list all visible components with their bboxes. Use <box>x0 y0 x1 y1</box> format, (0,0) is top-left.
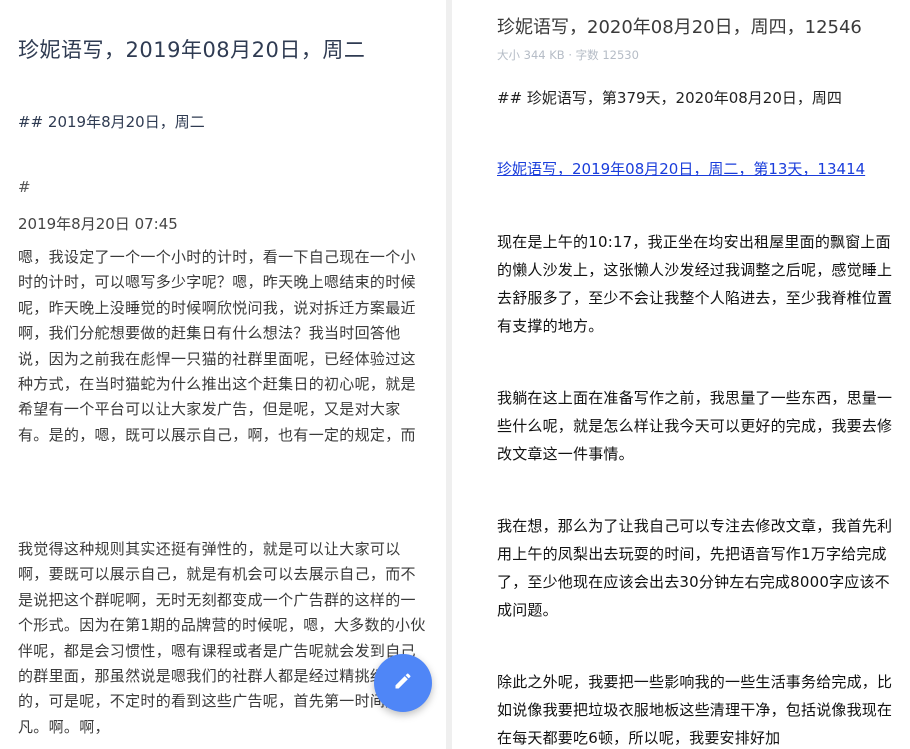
pencil-icon <box>393 671 413 695</box>
right-document-pane: 珍妮语写，2020年08月20日，周四，12546 大小 344 KB · 字数… <box>452 0 910 749</box>
markdown-hash: # <box>18 178 31 196</box>
edit-fab-button[interactable] <box>374 654 432 712</box>
entry-timestamp: 2019年8月20日 07:45 <box>18 215 178 233</box>
body-paragraph: 我躺在这上面在准备写作之前，我思量了一些东西，思量一些什么呢，就是怎么样让我今天… <box>497 389 893 463</box>
left-document-pane: 珍妮语写，2019年08月20日，周二 ## 2019年8月20日，周二 # 2… <box>0 0 446 749</box>
previous-entry-link[interactable]: 珍妮语写，2019年08月20日，周二，第13天，13414 <box>497 158 865 179</box>
body-paragraph: 我在想，那么为了让我自己可以专注去修改文章，我首先利用上午的凤梨出去玩耍的时间，… <box>497 517 893 619</box>
body-paragraph: 现在是上午的10:17，我正坐在均安出租屋里面的飘窗上面的懒人沙发上，这张懒人沙… <box>497 233 893 335</box>
document-meta: 大小 344 KB · 字数 12530 <box>497 48 639 62</box>
body-paragraph: 我觉得这种规则其实还挺有弹性的，就是可以让大家可以啊，要既可以展示自己，就是有机… <box>18 540 426 736</box>
document-title: 珍妮语写，2020年08月20日，周四，12546 <box>497 17 862 38</box>
markdown-heading: ## 珍妮语写，第379天，2020年08月20日，周四 <box>497 89 842 107</box>
markdown-heading: ## 2019年8月20日，周二 <box>18 113 205 131</box>
page-title: 珍妮语写，2019年08月20日，周二 <box>18 38 366 62</box>
body-paragraph: 除此之外呢，我要把一些影响我的一些生活事务给完成，比如说像我要把垃圾衣服地板这些… <box>497 673 893 747</box>
body-paragraph: 嗯，我设定了一个一个小时的计时，看一下自己现在一个小时的计时，可以嗯写多少字呢？… <box>18 248 416 444</box>
